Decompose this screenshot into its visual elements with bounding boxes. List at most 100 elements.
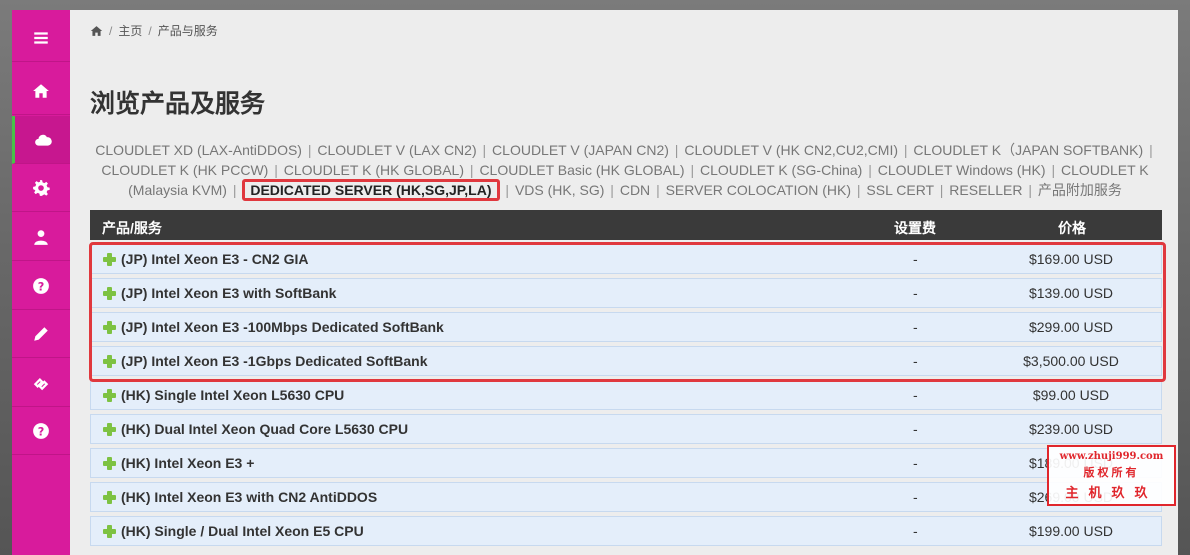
category-link[interactable]: 产品附加服务 bbox=[1038, 182, 1122, 198]
user-icon bbox=[34, 229, 48, 245]
sidebar-menu-toggle[interactable] bbox=[12, 14, 70, 62]
page-title: 浏览产品及服务 bbox=[90, 89, 266, 118]
category-separator: | bbox=[1028, 182, 1032, 198]
setup-fee-cell: - bbox=[913, 523, 918, 539]
setup-fee-cell: - bbox=[913, 387, 918, 403]
product-name-cell[interactable]: (HK) Dual Intel Xeon Quad Core L5630 CPU bbox=[103, 421, 408, 437]
sidebar-item-cloud[interactable] bbox=[12, 116, 70, 164]
table-row[interactable]: (HK) Single Intel Xeon L5630 CPU - $99.00 … bbox=[90, 380, 1162, 410]
setup-fee-cell: - bbox=[913, 455, 918, 471]
product-name[interactable]: (HK) Dual Intel Xeon Quad Core L5630 CPU bbox=[121, 421, 408, 437]
category-link[interactable]: RESELLER bbox=[949, 182, 1022, 198]
product-name[interactable]: (JP) Intel Xeon E3 with SoftBank bbox=[121, 285, 336, 301]
sidebar-item-edit[interactable] bbox=[12, 310, 70, 358]
price-cell: $169.00 USD bbox=[1028, 251, 1114, 267]
table-row[interactable]: (HK) Dual Intel Xeon Quad Core L5630 CPU… bbox=[90, 414, 1162, 444]
product-name-cell[interactable]: (HK) Single / Dual Intel Xeon E5 CPU bbox=[103, 523, 364, 539]
main-content: / 主页 / 产品与服务 浏览产品及服务 CLOUDLET XD (LAX-An… bbox=[70, 10, 1178, 555]
watermark-line1: 版权所有 bbox=[1083, 466, 1140, 479]
sidebar-item-account[interactable] bbox=[12, 213, 70, 261]
product-name-cell[interactable]: (JP) Intel Xeon E3 -100Mbps Dedicated So… bbox=[103, 319, 444, 335]
category-link[interactable]: CDN bbox=[620, 182, 650, 198]
sidebar-item-help[interactable]: ? bbox=[12, 262, 70, 310]
category-link[interactable]: CLOUDLET K (HK PCCW) bbox=[101, 162, 268, 178]
product-name[interactable]: (JP) Intel Xeon E3 -1Gbps Dedicated Soft… bbox=[121, 353, 428, 369]
category-separator: | bbox=[856, 182, 861, 198]
category-link[interactable]: SERVER COLOCATION (HK) bbox=[666, 182, 851, 198]
plus-icon bbox=[103, 490, 116, 504]
product-name-cell[interactable]: (HK) Single Intel Xeon L5630 CPU bbox=[103, 387, 344, 403]
link-icon bbox=[33, 377, 49, 390]
category-separator: | bbox=[232, 182, 237, 198]
category-separator: | bbox=[274, 162, 278, 178]
table-row[interactable]: (JP) Intel Xeon E3 with SoftBank - $139.00… bbox=[90, 278, 1162, 308]
sidebar-item-links[interactable] bbox=[12, 359, 70, 407]
table-row[interactable]: (JP) Intel Xeon E3 - CN2 GIA - $169.00 USD bbox=[90, 244, 1162, 274]
product-name-cell[interactable]: (JP) Intel Xeon E3 - CN2 GIA bbox=[103, 251, 308, 267]
breadcrumb-current: 产品与服务 bbox=[157, 24, 218, 38]
product-name-cell[interactable]: (HK) Intel Xeon E3 with CN2 AntiDDOS bbox=[103, 489, 377, 505]
category-link[interactable]: DEDICATED SERVER (HK,SG,JP,LA) bbox=[242, 179, 500, 201]
products-table: 产品/服务 设置费 价格 (JP) Intel Xeon E3 - CN2 GI… bbox=[90, 210, 1162, 546]
table-row[interactable]: (HK) Intel Xeon E3 +-$189.00 USD bbox=[90, 448, 1162, 478]
product-name[interactable]: (HK) Single / Dual Intel Xeon E5 CPU bbox=[121, 523, 364, 539]
category-link[interactable]: CLOUDLET XD (LAX-AntiDDOS) bbox=[95, 142, 302, 158]
breadcrumb-home-link[interactable]: 主页 bbox=[118, 22, 142, 39]
product-name[interactable]: (HK) Intel Xeon E3 + bbox=[121, 455, 254, 471]
category-link[interactable]: CLOUDLET K (HK GLOBAL) bbox=[284, 162, 464, 178]
product-name[interactable]: (JP) Intel Xeon E3 -100Mbps Dedicated So… bbox=[121, 319, 444, 335]
price-cell: $99.00 USD bbox=[1032, 387, 1110, 403]
category-link[interactable]: CLOUDLET V (JAPAN CN2) bbox=[492, 142, 669, 158]
cloud-icon bbox=[34, 134, 52, 146]
category-links: CLOUDLET XD (LAX-AntiDDOS) | CLOUDLET V … bbox=[90, 140, 1160, 201]
help-icon: ? bbox=[33, 277, 49, 294]
category-separator: | bbox=[868, 162, 872, 178]
setup-fee-cell: - bbox=[913, 489, 918, 505]
sidebar-item-home[interactable] bbox=[12, 67, 70, 115]
setup-fee-cell: - bbox=[913, 353, 918, 369]
sidebar-item-support[interactable]: ? bbox=[12, 407, 70, 455]
svg-text:?: ? bbox=[38, 280, 45, 293]
price-cell: $239.00 USD bbox=[1028, 421, 1114, 437]
category-separator: | bbox=[656, 182, 660, 198]
sidebar-item-settings[interactable] bbox=[12, 164, 70, 212]
plus-icon bbox=[103, 252, 116, 266]
header-product: 产品/服务 bbox=[102, 220, 162, 236]
product-name[interactable]: (HK) Single Intel Xeon L5630 CPU bbox=[121, 387, 344, 403]
category-link[interactable]: CLOUDLET K（JAPAN SOFTBANK) bbox=[913, 142, 1143, 158]
plus-icon bbox=[103, 320, 116, 334]
product-name[interactable]: (JP) Intel Xeon E3 - CN2 GIA bbox=[121, 251, 308, 267]
product-name-cell[interactable]: (JP) Intel Xeon E3 with SoftBank bbox=[103, 285, 336, 301]
price-cell: $3,500.00 USD bbox=[1023, 353, 1119, 369]
setup-fee-cell: - bbox=[913, 285, 918, 301]
category-link[interactable]: CLOUDLET V (HK CN2,CU2,CMI) bbox=[684, 142, 898, 158]
table-body: (JP) Intel Xeon E3 - CN2 GIA - $169.00 USD… bbox=[90, 244, 1162, 546]
price-cell: $299.00 USD bbox=[1028, 319, 1114, 335]
category-separator: | bbox=[939, 182, 944, 198]
category-separator: | bbox=[610, 182, 614, 198]
category-separator: | bbox=[482, 142, 487, 158]
table-row[interactable]: (JP) Intel Xeon E3 -1Gbps Dedicated Soft… bbox=[90, 346, 1162, 376]
category-link[interactable]: CLOUDLET Windows (HK) bbox=[878, 162, 1046, 178]
setup-fee-cell: - bbox=[913, 251, 918, 267]
category-link[interactable]: CLOUDLET V (LAX CN2) bbox=[317, 142, 476, 158]
setup-fee-cell: - bbox=[913, 319, 918, 335]
product-name[interactable]: (HK) Intel Xeon E3 with CN2 AntiDDOS bbox=[121, 489, 377, 505]
table-row[interactable]: (HK) Single / Dual Intel Xeon E5 CPU - $19… bbox=[90, 516, 1162, 546]
category-link[interactable]: CLOUDLET Basic (HK GLOBAL) bbox=[479, 162, 684, 178]
plus-icon bbox=[103, 456, 116, 470]
plus-icon bbox=[103, 286, 116, 300]
product-name-cell[interactable]: (HK) Intel Xeon E3 + bbox=[103, 455, 254, 471]
category-link[interactable]: VDS (HK, SG) bbox=[515, 182, 604, 198]
setup-fee-cell: - bbox=[913, 421, 918, 437]
category-link[interactable]: SSL CERT bbox=[866, 182, 933, 198]
category-separator: | bbox=[469, 162, 474, 178]
category-link[interactable]: CLOUDLET K (SG-China) bbox=[700, 162, 862, 178]
watermark-stamp: www.zhuji999.com 版权所有 主机玖玖 bbox=[1047, 445, 1176, 506]
category-separator: | bbox=[307, 142, 312, 158]
home-icon[interactable] bbox=[90, 25, 103, 37]
table-row[interactable]: (JP) Intel Xeon E3 -100Mbps Dedicated So… bbox=[90, 312, 1162, 342]
header-price: 价格 bbox=[1058, 220, 1086, 236]
table-row[interactable]: (HK) Intel Xeon E3 with CN2 AntiDDOS-$26… bbox=[90, 482, 1162, 512]
product-name-cell[interactable]: (JP) Intel Xeon E3 -1Gbps Dedicated Soft… bbox=[103, 353, 428, 369]
